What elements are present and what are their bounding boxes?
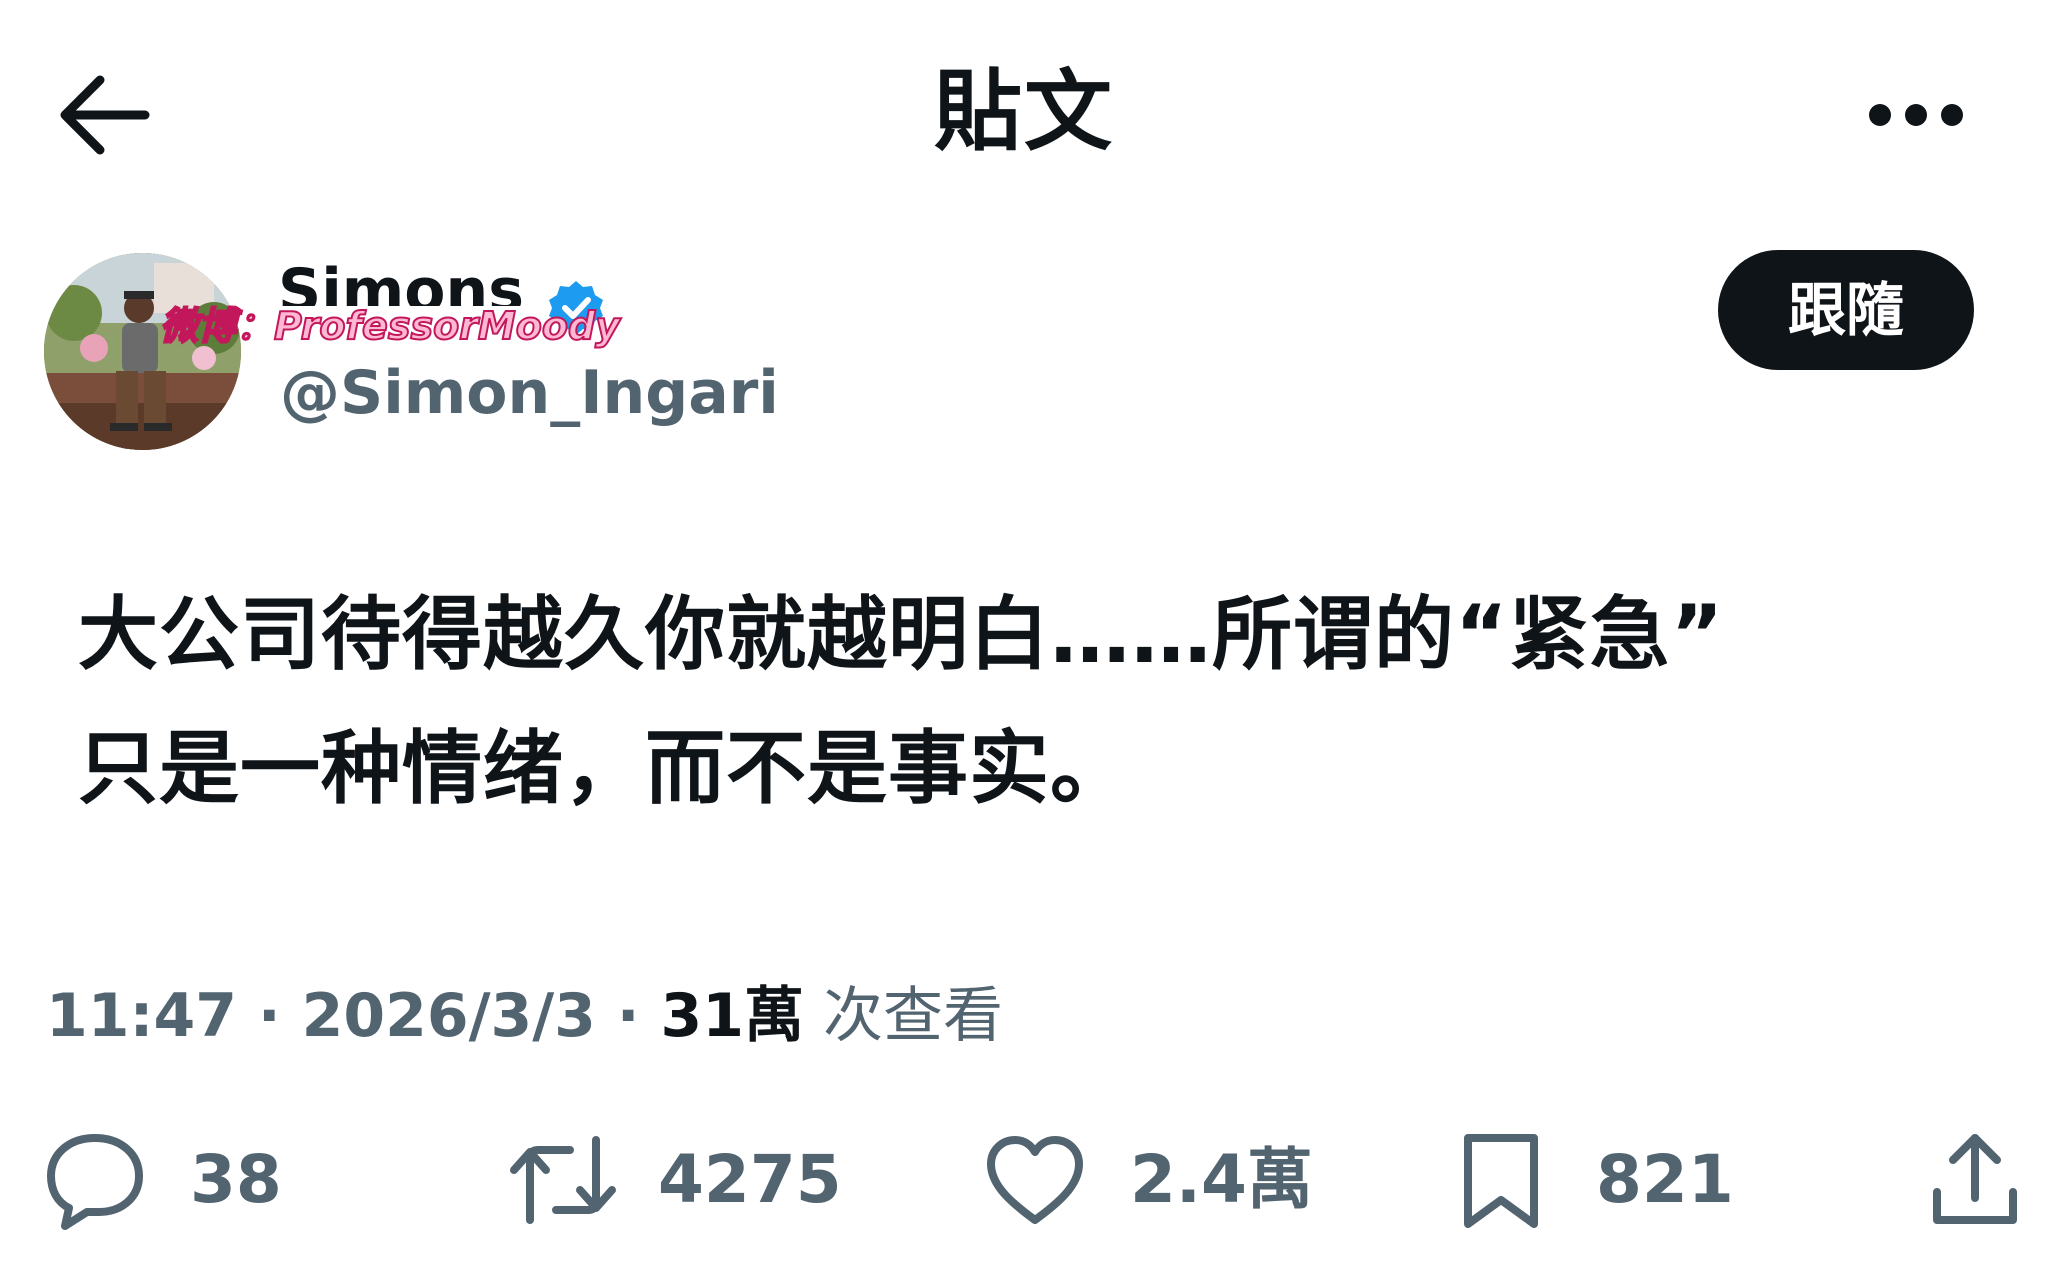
follow-button[interactable]: 跟隨	[1718, 250, 1974, 370]
heart-icon	[980, 1125, 1090, 1235]
like-button[interactable]: 2.4萬	[980, 1120, 1313, 1240]
reply-icon	[40, 1125, 150, 1235]
bookmark-icon	[1446, 1125, 1556, 1235]
avatar[interactable]	[44, 253, 241, 450]
reply-count: 38	[190, 1141, 282, 1218]
repost-count: 4275	[658, 1141, 842, 1218]
more-options-button[interactable]	[1866, 95, 1966, 135]
tweet-text: 大公司待得越久你就越明白……所谓的“紧急” 只是一种情绪，而不是事实。	[78, 568, 1958, 836]
tweet-line-2: 只是一种情绪，而不是事实。	[78, 722, 1131, 815]
tweet-meta: 11:47 · 2026/3/3 · 31萬 次查看	[46, 976, 1003, 1056]
bookmark-button[interactable]: 821	[1446, 1120, 1734, 1240]
more-icon	[1869, 104, 1963, 126]
page-title: 貼文	[933, 60, 1114, 163]
bookmark-count: 821	[1596, 1141, 1734, 1218]
views-count: 31萬	[660, 981, 804, 1051]
meta-separator: ·	[595, 981, 661, 1051]
tweet-time[interactable]: 11:47	[46, 981, 237, 1051]
top-bar: 貼文	[0, 0, 2048, 230]
user-handle[interactable]: @Simon_Ingari	[280, 358, 779, 428]
action-bar: 38 4275 2.4萬 821	[0, 1120, 2048, 1250]
meta-separator: ·	[237, 981, 302, 1051]
views-label: 次查看	[803, 981, 1004, 1051]
tweet-date[interactable]: 2026/3/3	[302, 981, 596, 1051]
tweet-line-1: 大公司待得越久你就越明白……所谓的“紧急”	[78, 588, 1725, 681]
reply-button[interactable]: 38	[40, 1120, 282, 1240]
repost-icon	[508, 1125, 618, 1235]
share-icon	[1920, 1125, 2030, 1235]
watermark: 微博：ProfessorMoody	[159, 303, 621, 349]
share-button[interactable]	[1920, 1120, 2030, 1240]
repost-button[interactable]: 4275	[508, 1120, 842, 1240]
like-count: 2.4萬	[1130, 1141, 1313, 1218]
profile-photo	[44, 253, 241, 450]
